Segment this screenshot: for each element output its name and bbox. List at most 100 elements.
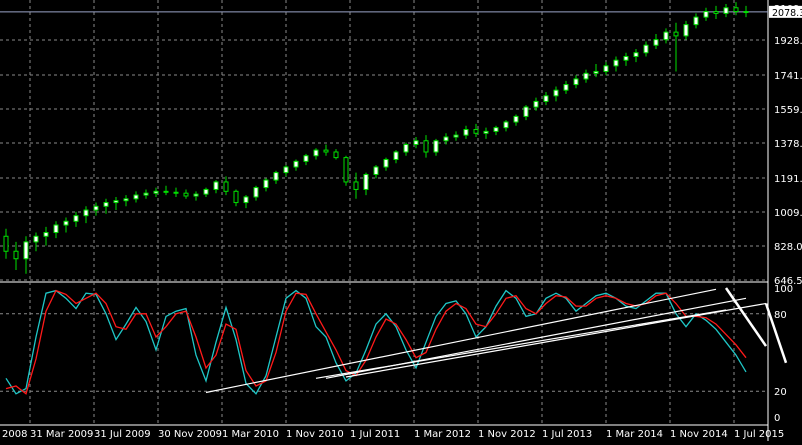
stoch-tick-label: 100 (774, 284, 793, 295)
time-tick-label: 1 Mar 2010 (222, 429, 279, 440)
candle-body (613, 59, 619, 67)
candle-body (283, 166, 289, 174)
candle-body (443, 136, 449, 142)
candle-body (143, 192, 149, 196)
time-tick-label: 1 Jul 2011 (350, 429, 400, 440)
candle-body (153, 190, 159, 194)
candle-body (183, 192, 189, 197)
candle-body (423, 140, 429, 153)
chart-window[interactable]: 1928.0 1741.0 1559.5 1378.0 1191.0 1009.5 828.… (0, 0, 802, 441)
price-tick-label: 828.0 (774, 242, 802, 253)
time-tick-label: 1 Nov 2010 (286, 429, 344, 440)
stoch-tick-label: 0 (774, 413, 780, 424)
candle-body (653, 39, 659, 46)
candle-body (543, 95, 549, 102)
candle-body (213, 181, 219, 190)
candle-body (233, 190, 239, 204)
candle-body (683, 24, 689, 37)
chart-background (0, 0, 802, 441)
candle-body (413, 140, 419, 145)
candle-body (63, 220, 69, 226)
candle-body (563, 84, 569, 91)
candle-body (203, 188, 209, 195)
candle-body (163, 190, 169, 193)
time-tick-label: 31 Mar 2009 (30, 429, 93, 440)
price-tick-label: 1559.5 (774, 105, 802, 116)
price-chart-svg[interactable]: 1928.0 1741.0 1559.5 1378.0 1191.0 1009.5 828.… (0, 0, 802, 441)
stoch-tick-label: 80 (774, 310, 787, 321)
candle-body (323, 149, 329, 153)
candle-body (463, 129, 469, 136)
candle-body (23, 241, 29, 260)
candle-body (123, 198, 129, 202)
time-tick-label: 2008 (2, 429, 27, 440)
time-tick-label: 1 Jul 2013 (542, 429, 592, 440)
candle-body (193, 193, 199, 197)
candle-body (593, 70, 599, 74)
candle-body (643, 44, 649, 54)
candle-body (743, 11, 749, 14)
candle-body (113, 200, 119, 204)
candle-body (573, 78, 579, 86)
time-tick-label: 31 Jul 2009 (94, 429, 151, 440)
candle-body (633, 52, 639, 57)
candle-body (333, 151, 339, 159)
candle-body (303, 155, 309, 162)
candle-body (33, 235, 39, 243)
candle-body (53, 224, 59, 234)
candle-body (663, 31, 669, 41)
candle-body (103, 202, 109, 207)
candle-body (263, 179, 269, 189)
price-tick-label: 1928.0 (774, 36, 802, 47)
candle-body (433, 140, 439, 153)
candle-body (13, 250, 19, 260)
time-tick-label: 1 Nov 2014 (670, 429, 728, 440)
candle-body (273, 172, 279, 181)
candle-body (603, 65, 609, 72)
candle (343, 155, 349, 186)
candle-body (223, 181, 229, 192)
time-tick-label: 1 Mar 2012 (414, 429, 471, 440)
candle-body (533, 100, 539, 108)
price-tick-label: 1009.5 (774, 208, 802, 219)
candle-body (403, 143, 409, 153)
candle-body (473, 129, 479, 134)
price-tick-label: 1378.0 (774, 139, 802, 150)
time-tick-label: 1 Mar 2014 (606, 429, 663, 440)
candle-body (713, 11, 719, 14)
candle-body (173, 191, 179, 194)
price-tick-label: 1741.0 (774, 71, 802, 82)
candle-body (493, 127, 499, 132)
candle-body (3, 235, 9, 252)
candle-body (363, 173, 369, 190)
candle-body (243, 196, 249, 204)
candle-body (453, 134, 459, 138)
candle-body (503, 121, 509, 129)
candle-body (293, 160, 299, 168)
candle-body (43, 232, 49, 237)
candle-body (523, 106, 529, 117)
candle-body (83, 209, 89, 217)
current-price-label: 2078.3 (772, 8, 802, 19)
candle-body (73, 215, 79, 222)
candle-body (383, 158, 389, 168)
candle-body (353, 181, 359, 190)
candle-body (393, 151, 399, 160)
candle-body (373, 166, 379, 175)
time-tick-label: 30 Nov 2009 (158, 429, 222, 440)
candle-body (513, 115, 519, 123)
candle-body (343, 157, 349, 183)
candle-body (93, 205, 99, 211)
candle-body (313, 149, 319, 157)
candle-body (133, 194, 139, 200)
candle-body (733, 7, 739, 13)
time-tick-label: 1 Nov 2012 (478, 429, 536, 440)
candle-body (673, 31, 679, 37)
candle-body (253, 187, 259, 198)
candle-body (483, 130, 489, 134)
time-tick-label: 1 Jul 2015 (734, 429, 784, 440)
candle-body (623, 55, 629, 61)
price-tick-label: 1191.0 (774, 174, 802, 185)
candle-body (703, 11, 709, 18)
candle-body (723, 7, 729, 14)
